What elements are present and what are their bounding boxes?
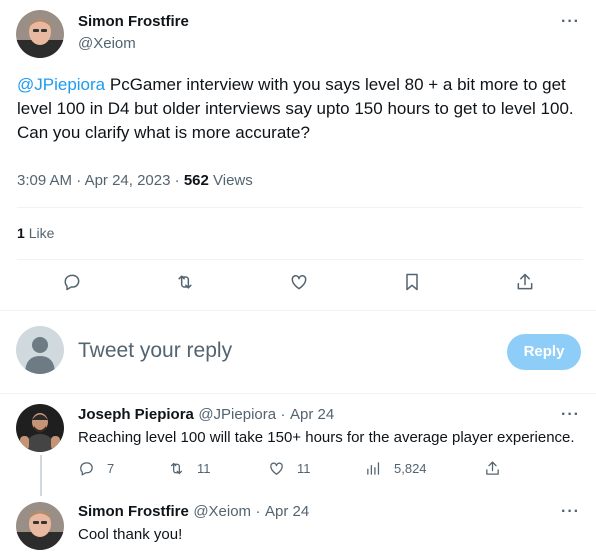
like-count: 11 xyxy=(297,461,311,476)
more-options-icon[interactable]: ··· xyxy=(561,14,580,30)
reply-header: Joseph Piepiora @JPiepiora · Apr 24 xyxy=(78,406,335,423)
reply-author-name[interactable]: Joseph Piepiora xyxy=(78,406,194,423)
reply-author-avatar[interactable] xyxy=(16,404,64,452)
reply-input[interactable]: Tweet your reply xyxy=(78,339,232,363)
reply-text: Reaching level 100 will take 150+ hours … xyxy=(78,429,575,446)
reply-date[interactable]: Apr 24 xyxy=(265,503,309,520)
reply-action-retweet[interactable]: 11 xyxy=(168,460,211,477)
reply-action-like[interactable]: 11 xyxy=(268,460,311,477)
reply-icon[interactable] xyxy=(62,272,86,296)
more-options-icon[interactable]: ··· xyxy=(561,407,580,423)
share-icon xyxy=(486,461,499,475)
tweet-meta: 3:09 AM · Apr 24, 2023 · 562 Views xyxy=(17,172,253,189)
divider xyxy=(17,259,583,260)
tweet-time[interactable]: 3:09 AM xyxy=(17,172,72,189)
mention-link[interactable]: @JPiepiora xyxy=(17,75,105,94)
reply-count: 7 xyxy=(107,461,115,476)
retweet-icon xyxy=(170,462,183,475)
reply-action-reply[interactable]: 7 xyxy=(78,460,114,477)
reply-author-avatar[interactable] xyxy=(16,502,64,550)
thread-connector xyxy=(40,455,42,496)
share-icon[interactable] xyxy=(515,272,539,296)
divider xyxy=(0,310,596,311)
more-options-icon[interactable]: ··· xyxy=(561,504,580,520)
reply-button[interactable]: Reply xyxy=(507,334,581,370)
user-avatar[interactable] xyxy=(16,326,64,374)
reply-date[interactable]: Apr 24 xyxy=(290,406,334,423)
reply-author-handle[interactable]: @Xeiom xyxy=(193,503,251,520)
like-icon xyxy=(270,462,283,475)
author-name[interactable]: Simon Frostfire xyxy=(78,13,189,30)
reply-action-share[interactable] xyxy=(484,460,501,477)
retweet-icon[interactable] xyxy=(175,272,199,296)
like-icon[interactable] xyxy=(289,272,313,296)
divider xyxy=(17,207,583,208)
views-label: Views xyxy=(213,172,253,189)
analytics-icon xyxy=(367,462,380,475)
tweet-date[interactable]: Apr 24, 2023 xyxy=(85,172,171,189)
reply-icon xyxy=(80,462,93,476)
bookmark-icon[interactable] xyxy=(402,272,426,296)
likes-stat[interactable]: 1 Like xyxy=(17,225,54,241)
likes-count: 1 xyxy=(17,225,25,241)
author-handle[interactable]: @Xeiom xyxy=(78,35,136,52)
author-avatar[interactable] xyxy=(16,10,64,58)
reply-author-handle[interactable]: @JPiepiora xyxy=(198,406,276,423)
tweet-text: @JPiepiora PcGamer interview with you sa… xyxy=(17,73,587,145)
reply-text: Cool thank you! xyxy=(78,526,183,543)
view-count: 5,824 xyxy=(394,461,427,476)
divider xyxy=(0,393,596,394)
views-count: 562 xyxy=(183,172,209,189)
likes-label: Like xyxy=(28,225,55,241)
retweet-count: 11 xyxy=(197,461,211,476)
reply-header: Simon Frostfire @Xeiom · Apr 24 xyxy=(78,503,310,520)
reply-action-views[interactable]: 5,824 xyxy=(365,460,427,477)
reply-author-name[interactable]: Simon Frostfire xyxy=(78,503,189,520)
